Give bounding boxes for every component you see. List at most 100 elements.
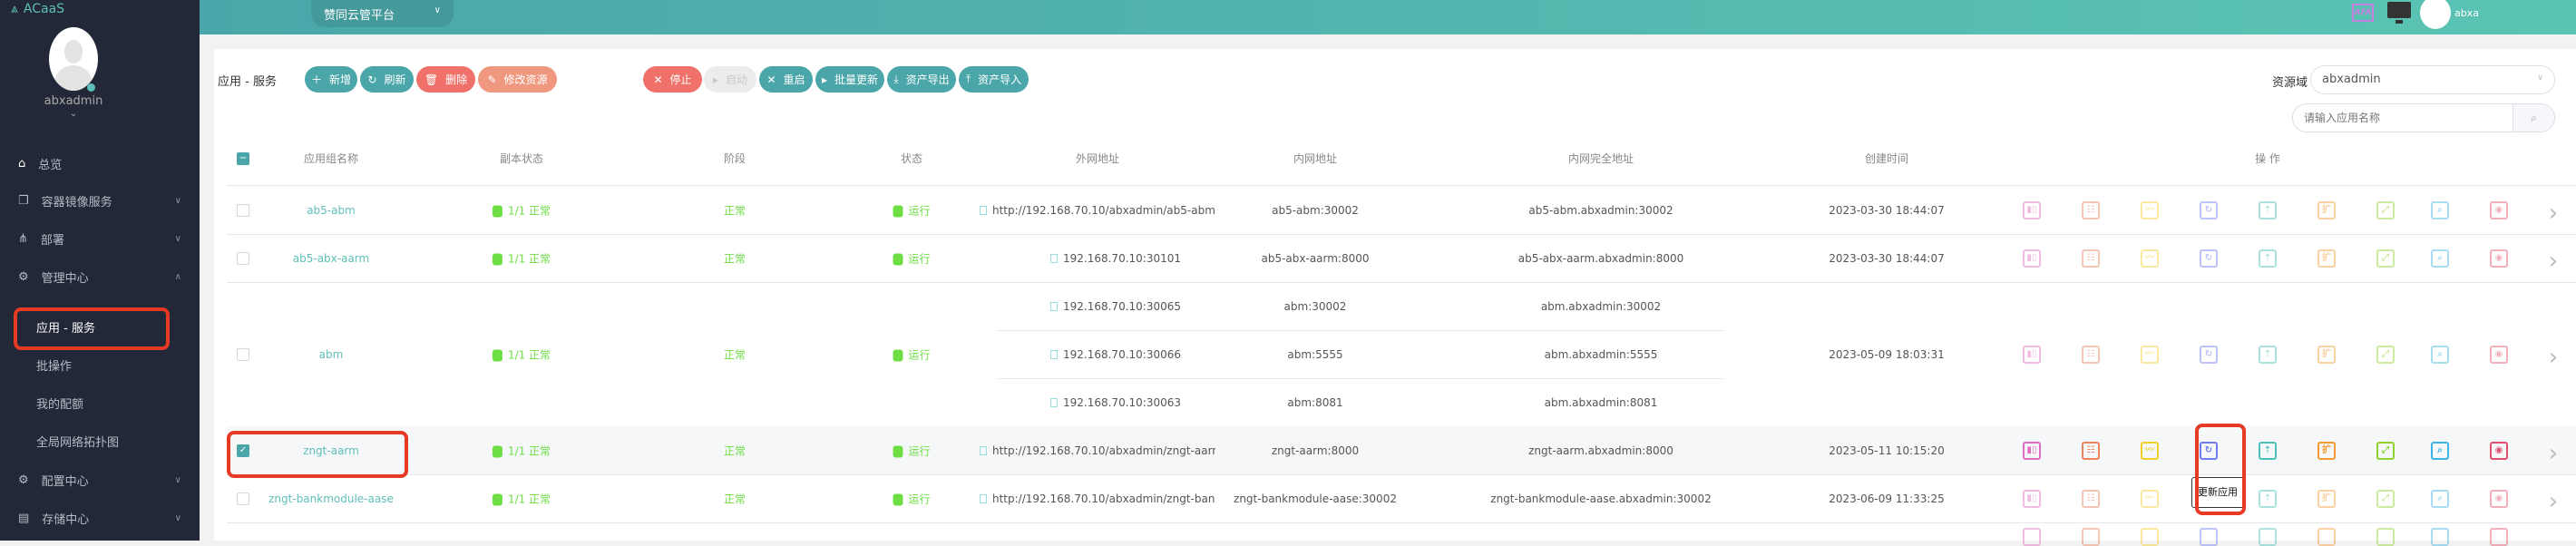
add-button[interactable]: ＋新增 bbox=[305, 66, 357, 93]
update-app-icon[interactable]: ⇡ bbox=[2259, 489, 2277, 508]
update-app-icon[interactable]: ⇡ bbox=[2259, 200, 2277, 219]
sidebar-item-storage[interactable]: ▤ 存储中心 ∨ bbox=[18, 510, 181, 527]
resource-list-icon[interactable]: ☷ bbox=[2082, 489, 2100, 508]
restart-icon[interactable]: ↻ bbox=[2200, 249, 2218, 268]
external-address-link[interactable]: 192.168.70.10:30065 bbox=[1049, 300, 1181, 313]
monitor-icon[interactable]: 〰 bbox=[2141, 489, 2159, 508]
scale-icon[interactable]: 扩 bbox=[2317, 345, 2336, 364]
update-app-icon[interactable]: ⇡ bbox=[2259, 441, 2277, 460]
app-name-link[interactable]: ab5-abm bbox=[307, 204, 356, 217]
select-all-checkbox[interactable]: − bbox=[237, 152, 249, 165]
start-button[interactable]: ▸ 启动 bbox=[704, 66, 756, 93]
restart-icon[interactable]: ↻ bbox=[2200, 345, 2218, 364]
row-checkbox[interactable] bbox=[237, 251, 249, 265]
monitor-icon[interactable]: 〰 bbox=[2141, 249, 2159, 268]
inspect-icon[interactable]: ⌕ bbox=[2431, 489, 2449, 508]
resource-list-icon[interactable] bbox=[2082, 528, 2100, 546]
external-address-link[interactable]: http://192.168.70.10/abxadmin/zngt-aarm/… bbox=[980, 444, 1215, 457]
avatar[interactable] bbox=[49, 27, 98, 91]
restart-icon[interactable]: ↻ bbox=[2200, 200, 2218, 219]
inspect-icon[interactable]: ⌕ bbox=[2431, 345, 2449, 364]
sidebar-item-quota[interactable]: 我的配额 bbox=[36, 395, 83, 412]
sidebar-item-container-images[interactable]: ❒ 容器镜像服务 ∨ bbox=[18, 192, 181, 210]
chevron-right-icon[interactable]: › bbox=[2549, 344, 2558, 371]
row-checkbox[interactable] bbox=[237, 492, 249, 505]
external-address-link[interactable]: http://192.168.70.10/abxadmin/zngt-bankm… bbox=[980, 492, 1215, 505]
monitor-icon[interactable] bbox=[2387, 2, 2411, 24]
chevron-right-icon[interactable]: › bbox=[2549, 440, 2558, 467]
log-icon[interactable]: ▮▯ bbox=[2023, 249, 2041, 268]
external-address-link[interactable]: 192.168.70.10:30101 bbox=[1049, 252, 1181, 265]
log-icon[interactable]: ▮▯ bbox=[2023, 345, 2041, 364]
monitor-icon[interactable]: 〰 bbox=[2141, 200, 2159, 219]
inspect-icon[interactable]: ⌕ bbox=[2431, 200, 2449, 219]
resize-icon[interactable]: ⤢ bbox=[2376, 345, 2395, 364]
broadcast-icon[interactable]: ◉ bbox=[2490, 345, 2508, 364]
batch-update-button[interactable]: ▸ 批量更新 bbox=[815, 66, 884, 93]
scale-icon[interactable]: 扩 bbox=[2317, 441, 2336, 460]
import-assets-button[interactable]: ⤒ 资产导入 bbox=[959, 66, 1029, 93]
chevron-right-icon[interactable]: › bbox=[2549, 200, 2558, 227]
refresh-button[interactable]: ↻ 刷新 bbox=[360, 66, 414, 93]
stop-button[interactable]: ✕ 停止 bbox=[643, 66, 702, 93]
external-address-link[interactable]: 192.168.70.10:30066 bbox=[1049, 348, 1181, 361]
broadcast-icon[interactable]: ◉ bbox=[2490, 489, 2508, 508]
app-name-link[interactable]: abm bbox=[319, 348, 344, 361]
sidebar-item-config[interactable]: ⚙ 配置中心 ∨ bbox=[18, 472, 181, 489]
inspect-icon[interactable] bbox=[2431, 528, 2449, 546]
update-app-icon[interactable] bbox=[2259, 528, 2277, 546]
chevron-right-icon[interactable]: › bbox=[2549, 248, 2558, 275]
monitor-icon[interactable] bbox=[2141, 528, 2159, 546]
sidebar-item-overview[interactable]: ⌂ 总览 bbox=[18, 155, 181, 172]
user-avatar[interactable] bbox=[2420, 0, 2451, 29]
topbar-username[interactable]: abxa bbox=[2454, 7, 2479, 19]
monitor-icon[interactable]: 〰 bbox=[2141, 345, 2159, 364]
log-icon[interactable]: ▮▯ bbox=[2023, 489, 2041, 508]
broadcast-icon[interactable]: ◉ bbox=[2490, 441, 2508, 460]
chevron-right-icon[interactable]: › bbox=[2549, 488, 2558, 515]
domain-select[interactable]: abxadmin ∨ bbox=[2310, 65, 2555, 94]
broadcast-icon[interactable] bbox=[2490, 528, 2508, 546]
sidebar-item-batch[interactable]: 批操作 bbox=[36, 356, 72, 374]
sidebar-item-management[interactable]: ⚙ 管理中心 ∧ bbox=[18, 268, 181, 286]
afa-icon[interactable]: AFA bbox=[2352, 4, 2374, 22]
update-app-icon[interactable]: ⇡ bbox=[2259, 345, 2277, 364]
app-name-link[interactable]: zngt-bankmodule-aase bbox=[268, 492, 394, 505]
row-checkbox[interactable] bbox=[237, 347, 249, 361]
resize-icon[interactable]: ⤢ bbox=[2376, 441, 2395, 460]
scale-icon[interactable] bbox=[2317, 528, 2336, 546]
scale-icon[interactable]: 扩 bbox=[2317, 489, 2336, 508]
resize-icon[interactable] bbox=[2376, 528, 2395, 546]
external-address-link[interactable]: http://192.168.70.10/abxadmin/ab5-abm/ab… bbox=[980, 204, 1215, 217]
restart-button[interactable]: ✕ 重启 bbox=[759, 66, 813, 93]
row-checkbox[interactable] bbox=[237, 203, 249, 217]
sidebar-item-deploy[interactable]: ⋔ 部署 ∨ bbox=[18, 230, 181, 248]
resize-icon[interactable]: ⤢ bbox=[2376, 200, 2395, 219]
platform-select[interactable]: 赞同云管平台 ∨ bbox=[311, 0, 454, 27]
search-input[interactable] bbox=[2293, 104, 2513, 132]
user-menu-chevron-icon[interactable]: ⌄ bbox=[0, 109, 147, 119]
resource-list-icon[interactable]: ☷ bbox=[2082, 200, 2100, 219]
external-address-link[interactable]: 192.168.70.10:30063 bbox=[1049, 396, 1181, 409]
log-icon[interactable]: ▮▯ bbox=[2023, 441, 2041, 460]
search-icon[interactable]: ⌕ bbox=[2513, 104, 2554, 132]
inspect-icon[interactable]: ⌕ bbox=[2431, 441, 2449, 460]
restart-icon[interactable] bbox=[2200, 528, 2218, 546]
sidebar-item-topology[interactable]: 全局网络拓扑图 bbox=[36, 433, 119, 450]
app-name-link[interactable]: ab5-abx-aarm bbox=[293, 252, 369, 265]
inspect-icon[interactable]: ⌕ bbox=[2431, 249, 2449, 268]
log-icon[interactable] bbox=[2023, 528, 2041, 546]
resource-list-icon[interactable]: ☷ bbox=[2082, 345, 2100, 364]
update-app-icon[interactable]: ⇡ bbox=[2259, 249, 2277, 268]
resource-list-icon[interactable]: ☷ bbox=[2082, 249, 2100, 268]
broadcast-icon[interactable]: ◉ bbox=[2490, 200, 2508, 219]
resource-list-icon[interactable]: ☷ bbox=[2082, 441, 2100, 460]
resize-icon[interactable]: ⤢ bbox=[2376, 489, 2395, 508]
scale-icon[interactable]: 扩 bbox=[2317, 249, 2336, 268]
export-assets-button[interactable]: ⤓ 资产导出 bbox=[887, 66, 956, 93]
broadcast-icon[interactable]: ◉ bbox=[2490, 249, 2508, 268]
monitor-icon[interactable]: 〰 bbox=[2141, 441, 2159, 460]
delete-button[interactable]: 🗑 删除 bbox=[416, 66, 475, 93]
resize-icon[interactable]: ⤢ bbox=[2376, 249, 2395, 268]
scale-icon[interactable]: 扩 bbox=[2317, 200, 2336, 219]
